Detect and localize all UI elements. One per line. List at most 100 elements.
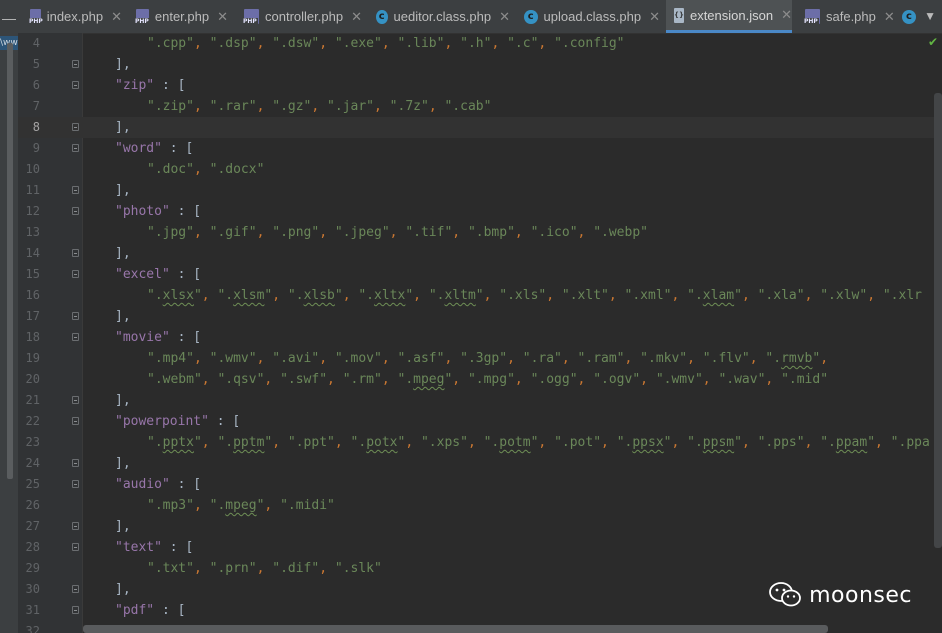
code-line[interactable]: 20 ".webm", ".qsv", ".swf", ".rm", ".mpeg… [18,369,942,390]
tab-upload-class-php[interactable]: c upload.class.php ✕ [516,0,660,33]
code-token: ".xls" [499,288,547,303]
code-line[interactable]: 14], [18,243,942,264]
code-token: ". [209,498,226,513]
spellcheck-token: rmvb [781,351,813,366]
tabs-overflow-chevron-icon[interactable]: ▼ [924,0,936,33]
code-line[interactable]: 22 "powerpoint" : [ [18,411,942,432]
fold-marker-icon[interactable] [72,585,79,593]
code-line[interactable]: 12 "photo" : [ [18,201,942,222]
fold-marker-icon[interactable] [72,123,79,131]
fold-marker-icon[interactable] [72,312,79,320]
code-token: , [193,99,210,114]
close-tab-icon[interactable]: ✕ [499,9,510,25]
code-line[interactable]: 5], [18,54,942,75]
code-line[interactable]: 27], [18,516,942,537]
code-line[interactable]: 8], [18,117,942,138]
editor-vertical-scrollbar[interactable] [934,93,942,548]
fold-marker-icon[interactable] [72,333,79,341]
fold-marker-icon[interactable] [72,543,79,551]
code-line[interactable]: 29 ".txt", ".prn", ".dif", ".slk" [18,558,942,579]
code-line[interactable]: 9 "word" : [ [18,138,942,159]
code-text: "photo" : [ [115,201,201,222]
fold-marker-icon[interactable] [72,459,79,467]
close-tab-icon[interactable]: ✕ [111,9,122,25]
tab-controller-php[interactable]: controller.php ✕ [236,0,362,33]
code-token: ".ppa [890,435,930,450]
code-token: " [405,288,414,303]
code-line[interactable]: 7 ".zip", ".rar", ".gz", ".jar", ".7z", "… [18,96,942,117]
fold-marker-icon[interactable] [72,249,79,257]
fold-marker-icon[interactable] [72,480,79,488]
code-token: ".mov" [334,351,382,366]
code-line[interactable]: 21], [18,390,942,411]
editor-tab-bar: — index.php✕enter.php✕controller.php✕cue… [0,0,942,34]
code-line[interactable]: 25 "audio" : [ [18,474,942,495]
hide-panel-icon[interactable]: — [0,0,18,33]
close-tab-icon[interactable]: ✕ [217,9,228,25]
code-token: , [193,561,210,576]
code-editor[interactable]: 4 ".cpp", ".dsp", ".dsw", ".exe", ".lib",… [18,33,942,633]
code-text: ".mp4", ".wmv", ".avi", ".mov", ".asf", … [147,348,828,369]
tab-ueditor-class-php[interactable]: c ueditor.class.php ✕ [368,0,510,33]
code-token: ".prn" [209,561,257,576]
close-tab-icon[interactable]: ✕ [884,9,895,25]
code-line[interactable]: 23 ".pptx", ".pptm", ".ppt", ".potx", ".x… [18,432,942,453]
code-line[interactable]: 17], [18,306,942,327]
tab-overflow-partial[interactable]: c [902,0,924,33]
code-line[interactable]: 11], [18,180,942,201]
code-token: , [256,99,273,114]
code-token: , [389,225,406,240]
fold-marker-icon[interactable] [72,417,79,425]
code-token: ".zip" [147,99,194,114]
close-tab-icon[interactable]: ✕ [781,7,792,23]
fold-marker-icon[interactable] [72,186,79,194]
code-line[interactable]: 26 ".mp3", ".mpeg", ".midi" [18,495,942,516]
code-token: , [601,435,617,450]
code-token: ".lib" [397,36,445,51]
code-line[interactable]: 6 "zip" : [ [18,75,942,96]
code-token: , [256,351,273,366]
code-token: ". [397,372,414,387]
code-token: , [875,435,891,450]
tab-safe-php[interactable]: safe.php ✕ [797,0,897,33]
fold-marker-icon[interactable] [72,207,79,215]
code-text: "powerpoint" : [ [115,411,240,432]
code-token: ".webm" [147,372,202,387]
fold-marker-icon[interactable] [72,396,79,404]
fold-marker-icon[interactable] [72,270,79,278]
code-token: " [193,435,202,450]
code-token: ], [115,183,131,198]
tab-label: index.php [46,9,104,24]
project-scrollbar[interactable] [7,43,13,479]
fold-marker-icon[interactable] [72,60,79,68]
code-line[interactable]: 4 ".cpp", ".dsp", ".dsw", ".exe", ".lib",… [18,33,942,54]
editor-horizontal-scrollbar[interactable] [83,625,828,633]
fold-marker-icon[interactable] [72,606,79,614]
close-tab-icon[interactable]: ✕ [351,9,362,25]
code-line[interactable]: 19 ".mp4", ".wmv", ".avi", ".mov", ".asf"… [18,348,942,369]
code-line[interactable]: 18 "movie" : [ [18,327,942,348]
tab-label: controller.php [265,9,344,24]
code-token: , [319,561,335,576]
code-line[interactable]: 13 ".jpg", ".gif", ".png", ".jpeg", ".tif… [18,222,942,243]
code-token: ".bmp" [467,225,515,240]
fold-marker-icon[interactable] [72,144,79,152]
code-line[interactable]: 15 "excel" : [ [18,264,942,285]
tab-enter-php[interactable]: enter.php ✕ [128,0,228,33]
code-line[interactable]: 16 ".xlsx", ".xlsm", ".xlsb", ".xltx", ".… [18,285,942,306]
code-line[interactable]: 28 "text" : [ [18,537,942,558]
close-tab-icon[interactable]: ✕ [649,9,660,25]
tab-extension-json[interactable]: {} extension.json ✕ [666,0,792,33]
fold-marker-icon[interactable] [72,81,79,89]
code-token: , [741,435,758,450]
code-token: " [193,288,202,303]
code-token: " [334,288,343,303]
fold-marker-icon[interactable] [72,522,79,530]
code-text: ".txt", ".prn", ".dif", ".slk" [147,558,382,579]
code-token: ".wav" [718,372,766,387]
code-token: , [671,435,688,450]
tab-index-php[interactable]: index.php ✕ [22,0,122,33]
line-number: 18 [25,330,40,344]
code-line[interactable]: 10 ".doc", ".docx" [18,159,942,180]
code-line[interactable]: 24], [18,453,942,474]
